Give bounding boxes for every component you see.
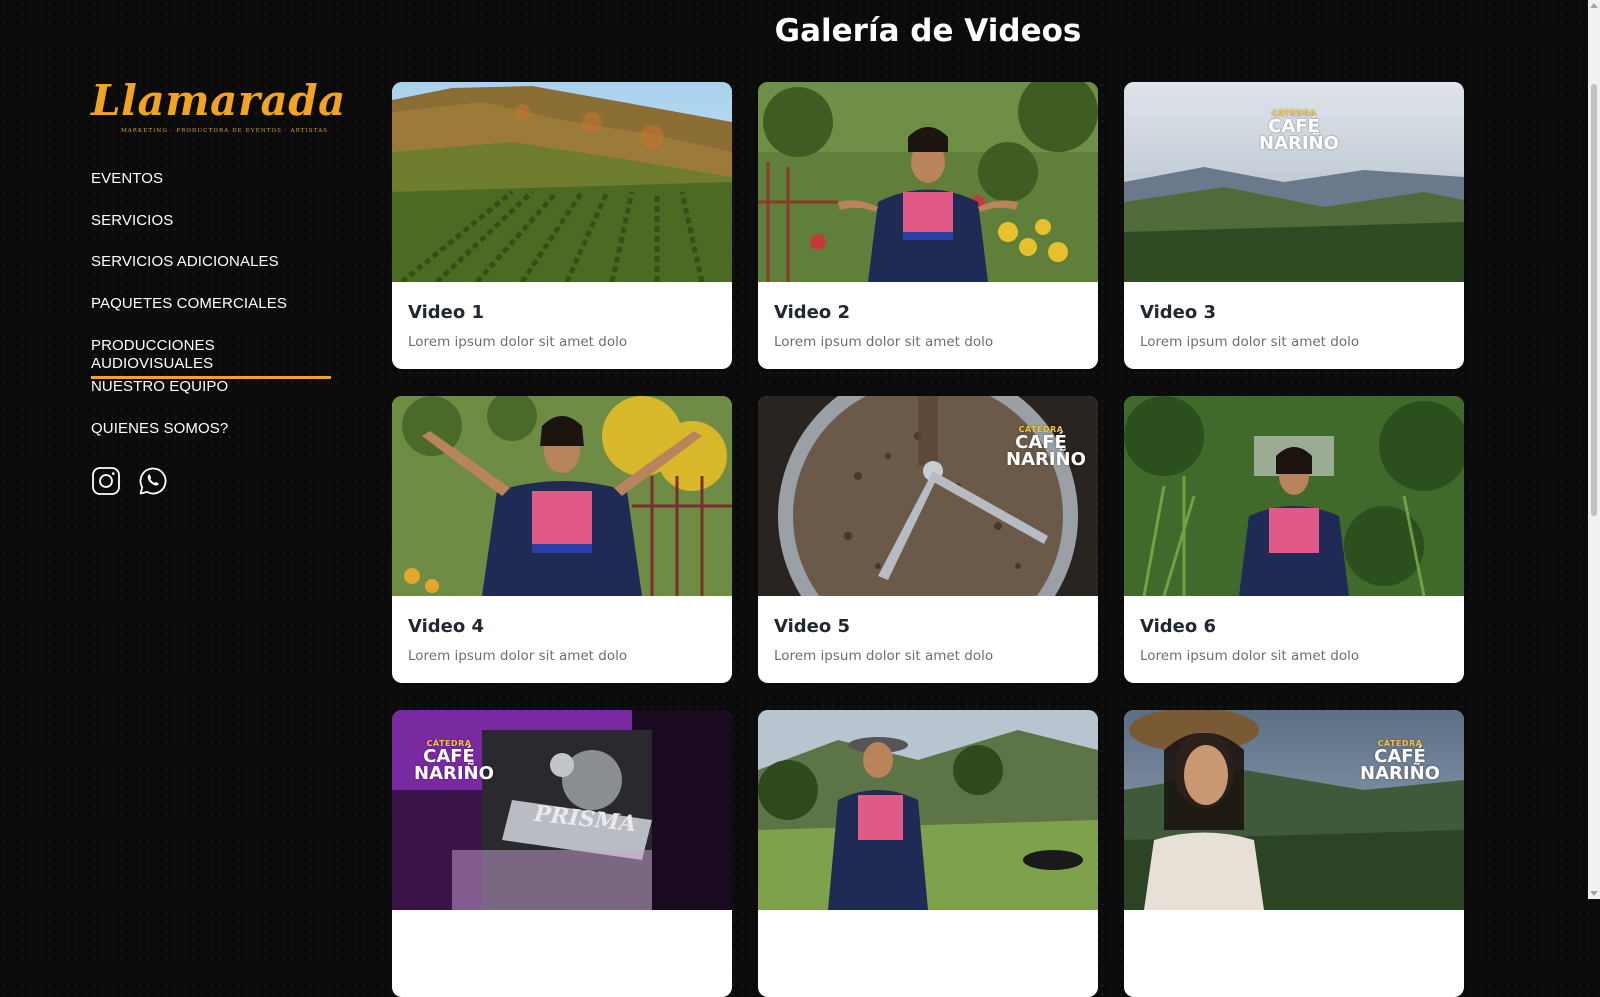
logo-narino: NARIÑO bbox=[1360, 762, 1440, 784]
video-thumbnail[interactable] bbox=[392, 82, 732, 282]
nav-item-quienes-somos[interactable]: QUIENES SOMOS? bbox=[91, 420, 331, 462]
logo-wordmark: Llamarada bbox=[91, 76, 346, 125]
nav-item-label: PAQUETES COMERCIALES bbox=[91, 295, 287, 313]
nav-item-producciones-audiovisuales[interactable]: PRODUCCIONES AUDIOVISUALES bbox=[91, 337, 331, 379]
video-description: Lorem ipsum dolor sit amet dolo bbox=[774, 648, 994, 664]
scroll-up-arrow-icon[interactable] bbox=[1590, 3, 1598, 8]
page-scrollbar[interactable] bbox=[1588, 0, 1600, 899]
page-title: Galería de Videos bbox=[774, 13, 1082, 49]
logo-narino: NARIÑO bbox=[414, 762, 494, 784]
video-thumbnail[interactable] bbox=[758, 82, 1098, 282]
video-title: Video 5 bbox=[774, 616, 851, 637]
scrollbar-thumb[interactable] bbox=[1591, 84, 1597, 516]
video-card[interactable] bbox=[758, 710, 1098, 997]
nav-item-label: EVENTOS bbox=[91, 170, 164, 187]
video-card[interactable]: Video 2 Lorem ipsum dolor sit amet dolo bbox=[758, 82, 1098, 369]
video-card[interactable]: CÁTEDRA CAFÉ NARIÑO bbox=[1124, 710, 1464, 997]
card-body: Video 6 Lorem ipsum dolor sit amet dolo bbox=[1124, 596, 1464, 665]
card-body: Video 5 Lorem ipsum dolor sit amet dolo bbox=[758, 596, 1098, 665]
cafe-narino-logo: CÁTEDRA CAFÉ NARIÑO bbox=[1360, 740, 1440, 784]
video-title: Video 3 bbox=[1140, 302, 1217, 323]
cafe-narino-logo: CÁTEDRA CAFÉ NARIÑO bbox=[414, 740, 494, 784]
video-description: Lorem ipsum dolor sit amet dolo bbox=[408, 334, 628, 350]
nav-item-servicios-adicionales[interactable]: SERVICIOS ADICIONALES bbox=[91, 253, 331, 295]
main-nav: EVENTOS SERVICIOS SERVICIOS ADICIONALES … bbox=[91, 170, 331, 462]
card-body: Video 2 Lorem ipsum dolor sit amet dolo bbox=[758, 282, 1098, 351]
card-body bbox=[758, 910, 1098, 930]
video-title: Video 4 bbox=[408, 616, 485, 637]
video-title: Video 1 bbox=[408, 302, 485, 323]
card-body bbox=[392, 910, 732, 930]
nav-item-label: SERVICIOS ADICIONALES bbox=[91, 253, 279, 271]
video-card[interactable]: CÁTEDRA CAFÉ NARIÑO PRISMA bbox=[392, 710, 732, 997]
nav-item-label: NUESTRO EQUIPO bbox=[91, 378, 229, 396]
sidebar: Llamarada MARKETING · PRODUCTORA DE EVEN… bbox=[91, 80, 345, 496]
instagram-icon[interactable] bbox=[91, 466, 121, 496]
scroll-down-arrow-icon[interactable] bbox=[1590, 891, 1598, 896]
brand-logo[interactable]: Llamarada MARKETING · PRODUCTORA DE EVEN… bbox=[91, 80, 345, 138]
video-description: Lorem ipsum dolor sit amet dolo bbox=[1140, 648, 1360, 664]
video-card[interactable]: Video 1 Lorem ipsum dolor sit amet dolo bbox=[392, 82, 732, 369]
nav-item-paquetes-comerciales[interactable]: PAQUETES COMERCIALES bbox=[91, 295, 331, 337]
video-thumbnail[interactable] bbox=[758, 710, 1098, 910]
card-body: Video 3 Lorem ipsum dolor sit amet dolo bbox=[1124, 282, 1464, 351]
whatsapp-icon[interactable] bbox=[138, 466, 168, 496]
cafe-narino-logo: CÁTEDRA CAFÉ NARIÑO bbox=[1259, 110, 1339, 154]
card-body bbox=[1124, 910, 1464, 930]
video-thumbnail[interactable] bbox=[1124, 396, 1464, 596]
social-links bbox=[91, 466, 331, 496]
video-description: Lorem ipsum dolor sit amet dolo bbox=[1140, 334, 1360, 350]
nav-item-servicios[interactable]: SERVICIOS bbox=[91, 212, 331, 254]
cafe-narino-logo: CÁTEDRA CAFÉ NARIÑO bbox=[1006, 426, 1086, 470]
video-description: Lorem ipsum dolor sit amet dolo bbox=[774, 334, 994, 350]
nav-item-nuestro-equipo[interactable]: NUESTRO EQUIPO bbox=[91, 378, 331, 420]
video-thumbnail[interactable] bbox=[392, 396, 732, 596]
video-thumbnail[interactable]: CÁTEDRA CAFÉ NARIÑO bbox=[1124, 710, 1464, 910]
logo-tagline: MARKETING · PRODUCTORA DE EVENTOS · ARTI… bbox=[121, 128, 329, 134]
video-gallery: Video 1 Lorem ipsum dolor sit amet dolo bbox=[392, 82, 1464, 997]
nav-item-label: SERVICIOS bbox=[91, 211, 174, 229]
video-card[interactable]: CÁTEDRA CAFÉ NARIÑO Video 3 Lorem ipsum … bbox=[1124, 82, 1464, 369]
video-card[interactable]: Video 6 Lorem ipsum dolor sit amet dolo bbox=[1124, 396, 1464, 683]
video-thumbnail[interactable]: CÁTEDRA CAFÉ NARIÑO bbox=[758, 396, 1098, 596]
nav-item-eventos[interactable]: EVENTOS bbox=[91, 170, 331, 212]
video-title: Video 6 bbox=[1140, 616, 1217, 637]
video-card[interactable]: CÁTEDRA CAFÉ NARIÑO Video 5 Lorem ipsum … bbox=[758, 396, 1098, 683]
card-body: Video 4 Lorem ipsum dolor sit amet dolo bbox=[392, 596, 732, 665]
video-thumbnail[interactable]: CÁTEDRA CAFÉ NARIÑO bbox=[1124, 82, 1464, 282]
video-title: Video 2 bbox=[774, 302, 851, 323]
video-thumbnail[interactable]: CÁTEDRA CAFÉ NARIÑO PRISMA bbox=[392, 710, 732, 910]
video-description: Lorem ipsum dolor sit amet dolo bbox=[408, 648, 628, 664]
card-body: Video 1 Lorem ipsum dolor sit amet dolo bbox=[392, 282, 732, 351]
logo-narino: NARIÑO bbox=[1006, 448, 1086, 470]
nav-item-label: QUIENES SOMOS? bbox=[91, 420, 229, 438]
nav-item-label: PRODUCCIONES AUDIOVISUALES bbox=[91, 337, 331, 379]
video-card[interactable]: Video 4 Lorem ipsum dolor sit amet dolo bbox=[392, 396, 732, 683]
logo-narino: NARIÑO bbox=[1259, 132, 1339, 154]
